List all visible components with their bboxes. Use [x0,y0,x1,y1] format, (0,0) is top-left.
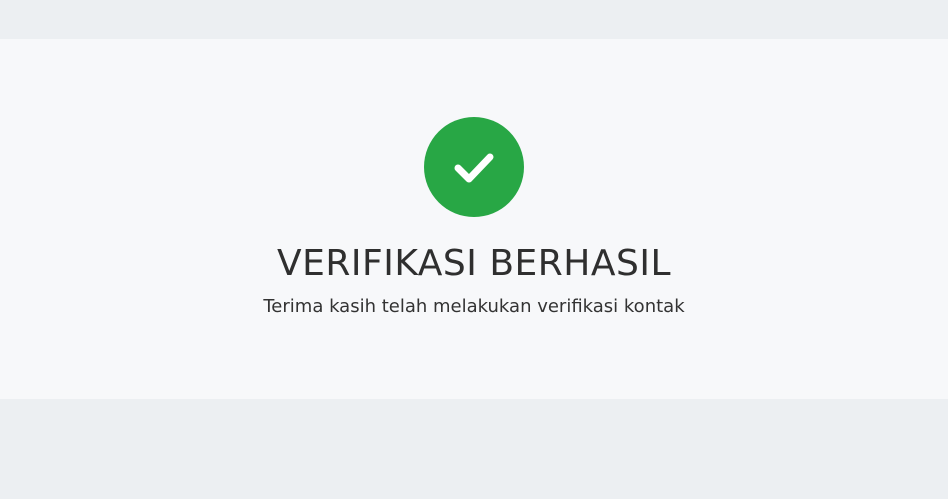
check-circle-icon [424,117,524,217]
status-message: Terima kasih telah melakukan verifikasi … [263,296,685,317]
page-title: VERIFIKASI BERHASIL [276,243,672,284]
verification-card: VERIFIKASI BERHASIL Terima kasih telah m… [0,39,948,399]
page: VERIFIKASI BERHASIL Terima kasih telah m… [0,0,948,499]
checkmark-icon [454,153,494,183]
